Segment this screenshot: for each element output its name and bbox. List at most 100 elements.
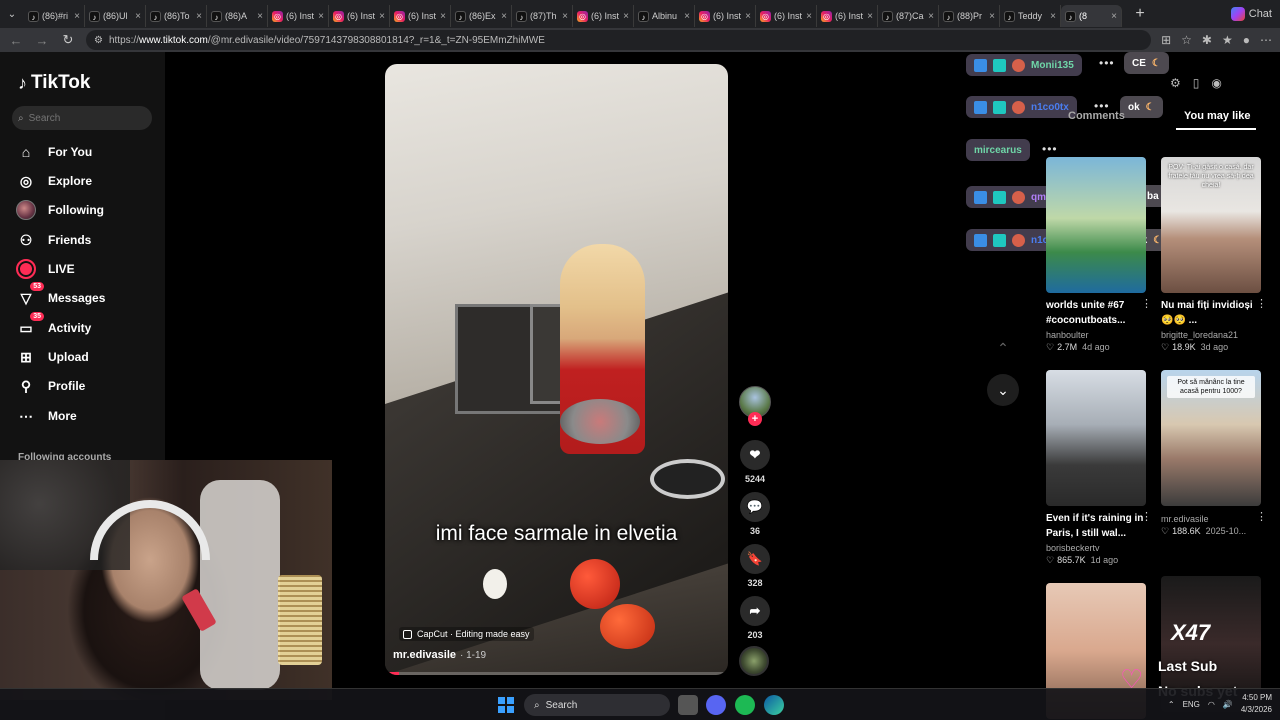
browser-tab[interactable]: ♪ (86)A ×: [207, 5, 268, 27]
tray-chevron-icon[interactable]: ⌃: [1168, 700, 1175, 709]
bookmark-star-icon[interactable]: ☆: [1181, 33, 1192, 47]
extensions-icon[interactable]: ✱: [1202, 33, 1212, 47]
close-tab-icon[interactable]: ×: [562, 11, 568, 22]
close-tab-icon[interactable]: ×: [74, 11, 80, 22]
sidebar-item-explore[interactable]: ◎ Explore: [16, 169, 156, 193]
video-card[interactable]: Pot să mănânc la tine acasă pentru 1000?…: [1161, 370, 1267, 537]
browser-tab[interactable]: ◎ (6) Inst ×: [756, 5, 817, 27]
close-tab-icon[interactable]: ×: [1111, 11, 1117, 22]
sidebar-item-following[interactable]: Following: [16, 198, 156, 222]
video-author[interactable]: mr.edivasile · 1-19: [393, 649, 486, 661]
windows-start-icon[interactable]: [498, 697, 514, 713]
taskbar-search[interactable]: ⌕ Search: [524, 694, 670, 716]
copilot-chat-button[interactable]: Chat: [1230, 7, 1272, 21]
url-field[interactable]: ⚙ https://www.tiktok.com/@mr.edivasile/v…: [86, 30, 1152, 50]
browser-tab[interactable]: ◎ (6) Inst ×: [695, 5, 756, 27]
sidebar-item-profile[interactable]: ⚲ Profile: [16, 374, 156, 398]
browser-tab[interactable]: ♪ (86)Ul ×: [85, 5, 146, 27]
reload-icon[interactable]: ↻: [60, 32, 76, 48]
card-more-icon[interactable]: ⋮: [1141, 297, 1152, 310]
language-indicator[interactable]: ENG: [1183, 700, 1200, 709]
card-username[interactable]: mr.edivasile: [1161, 514, 1261, 524]
close-tab-icon[interactable]: ×: [623, 11, 629, 22]
sidebar-item-messages[interactable]: ▽ 53 Messages: [16, 282, 156, 310]
card-more-icon[interactable]: ⋮: [1256, 297, 1267, 310]
save-action[interactable]: 🔖 328: [738, 544, 772, 588]
bookmark-icon[interactable]: 🔖: [740, 544, 770, 574]
close-tab-icon[interactable]: ×: [196, 11, 202, 22]
sidebar-item-more[interactable]: ⋯ More: [16, 404, 156, 428]
sidebar-item-live[interactable]: LIVE: [16, 257, 156, 281]
close-tab-icon[interactable]: ×: [989, 11, 995, 22]
close-tab-icon[interactable]: ×: [379, 11, 385, 22]
music-disc[interactable]: [739, 646, 769, 676]
card-more-icon[interactable]: ⋮: [1256, 510, 1267, 523]
sidebar-item-for-you[interactable]: ⌂ For You: [16, 140, 156, 164]
search-input[interactable]: [28, 112, 139, 124]
comment-icon[interactable]: 💬: [740, 492, 770, 522]
tab-comments[interactable]: Comments: [1068, 110, 1125, 122]
new-tab-button[interactable]: +: [1128, 5, 1152, 23]
browser-tab[interactable]: ♪ (87)Th ×: [512, 5, 573, 27]
browser-tab[interactable]: ♪ (87)Ca ×: [878, 5, 939, 27]
forward-icon[interactable]: →: [34, 33, 50, 48]
install-icon[interactable]: ⊞: [1161, 33, 1171, 47]
site-info-icon[interactable]: ⚙: [94, 35, 103, 46]
video-card[interactable]: Even if it's raining in Paris, I still w…: [1046, 370, 1152, 566]
sidebar-item-upload[interactable]: ⊞ Upload: [16, 345, 156, 369]
clock[interactable]: 4:50 PM 4/3/2026: [1241, 692, 1272, 716]
video-progress-bar[interactable]: [385, 672, 728, 675]
follow-plus-button[interactable]: +: [748, 412, 762, 426]
card-username[interactable]: hanboulter: [1046, 330, 1146, 340]
tab-you-may-like[interactable]: You may like: [1184, 110, 1250, 122]
gift-icon[interactable]: ⚙: [1170, 76, 1181, 90]
close-tab-icon[interactable]: ×: [318, 11, 324, 22]
search-box[interactable]: ⌕: [12, 106, 152, 130]
comment-action[interactable]: 💬 36: [738, 492, 772, 536]
video-thumbnail[interactable]: [1046, 157, 1146, 293]
video-thumbnail[interactable]: Pot să mănânc la tine acasă pentru 1000?: [1161, 370, 1261, 506]
heart-icon[interactable]: ❤: [740, 440, 770, 470]
scroll-down-button[interactable]: ⌄: [987, 374, 1019, 406]
close-tab-icon[interactable]: ×: [928, 11, 934, 22]
video-thumbnail[interactable]: [1046, 370, 1146, 506]
video-thumbnail[interactable]: POV: Ți-ai găsit o casă, dar fratele tău…: [1161, 157, 1261, 293]
close-tab-icon[interactable]: ×: [135, 11, 141, 22]
close-tab-icon[interactable]: ×: [867, 11, 873, 22]
browser-tab[interactable]: ♪ (8 ×: [1061, 5, 1122, 27]
video-player[interactable]: imi face sarmale in elvetia CapCut · Edi…: [385, 64, 728, 675]
spotify-icon[interactable]: [735, 695, 755, 715]
sidebar-item-activity[interactable]: ▭ 35 Activity: [16, 312, 156, 340]
card-title[interactable]: Even if it's raining in Paris, I still w…: [1046, 511, 1146, 541]
tiktok-logo[interactable]: ♪ TikTok: [18, 72, 90, 94]
close-tab-icon[interactable]: ×: [806, 11, 812, 22]
close-tab-icon[interactable]: ×: [440, 11, 446, 22]
close-tab-icon[interactable]: ×: [501, 11, 507, 22]
discord-icon[interactable]: [706, 695, 726, 715]
video-card[interactable]: worlds unite #67 #coconutboats... hanboul…: [1046, 157, 1152, 353]
browser-tab[interactable]: ◎ (6) Inst ×: [817, 5, 878, 27]
menu-dots-icon[interactable]: ⋯: [1260, 33, 1272, 47]
card-username[interactable]: borisbeckertv: [1046, 543, 1146, 553]
card-title[interactable]: Nu mai fiți invidioși 🥺🥺 ...: [1161, 298, 1261, 328]
browser-tab[interactable]: ♪ (86)#ri ×: [24, 5, 85, 27]
card-username[interactable]: brigitte_loredana21: [1161, 330, 1261, 340]
capcut-link[interactable]: CapCut · Editing made easy: [399, 627, 534, 641]
tab-search-icon[interactable]: ⌄: [0, 9, 24, 20]
profile-avatar-icon[interactable]: ●: [1243, 33, 1250, 47]
card-more-icon[interactable]: ⋮: [1141, 510, 1152, 523]
close-tab-icon[interactable]: ×: [684, 11, 690, 22]
share-action[interactable]: ➦ 203: [738, 596, 772, 640]
browser-tab[interactable]: ◎ (6) Inst ×: [573, 5, 634, 27]
close-tab-icon[interactable]: ×: [257, 11, 263, 22]
scroll-up-button[interactable]: ⌃: [987, 332, 1019, 364]
browser-tab[interactable]: ♪ Teddy ×: [1000, 5, 1061, 27]
close-tab-icon[interactable]: ×: [745, 11, 751, 22]
like-action[interactable]: ❤ 5244: [738, 440, 772, 484]
browser-tab[interactable]: ◎ (6) Inst ×: [329, 5, 390, 27]
edge-icon[interactable]: [764, 695, 784, 715]
browser-tab[interactable]: ♪ (88)Pr ×: [939, 5, 1000, 27]
close-tab-icon[interactable]: ×: [1050, 11, 1056, 22]
user-avatar-icon[interactable]: ◉: [1211, 76, 1221, 90]
back-icon[interactable]: ←: [8, 33, 24, 48]
